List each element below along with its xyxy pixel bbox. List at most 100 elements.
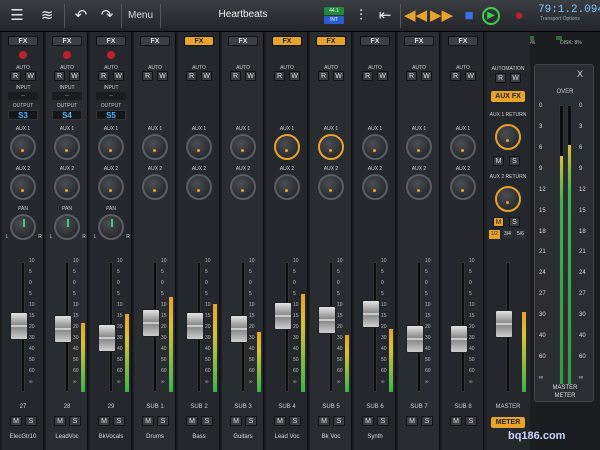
channel-name[interactable]: Bk Voc [310,434,352,440]
mixer-view-icon[interactable]: ☰ [6,6,28,26]
fast-forward-icon[interactable]: ▶▶ [430,5,453,27]
channel-name[interactable]: Lead Voc [266,434,308,440]
solo-button[interactable]: S [289,416,301,426]
aux2-knob[interactable] [274,174,300,200]
fx-button[interactable]: FX [96,36,126,46]
channel-name[interactable]: Bass [178,434,220,440]
read-button[interactable]: R [495,73,506,83]
mute-button[interactable]: M [98,416,110,426]
record-icon[interactable]: ● [508,5,530,27]
mute-button[interactable]: M [318,416,330,426]
read-button[interactable]: R [362,71,373,81]
record-arm-button[interactable] [19,51,27,59]
return-to-start-icon[interactable]: ⇤ [374,6,396,26]
aux1-knob[interactable] [406,134,432,160]
aux1-knob[interactable] [318,134,344,160]
redo-icon[interactable]: ↷ [96,6,118,26]
stop-icon[interactable]: ■ [458,5,480,27]
aux2-knob[interactable] [406,174,432,200]
aux1-knob[interactable] [98,134,124,160]
read-button[interactable]: R [98,71,109,81]
fx-button[interactable]: FX [316,36,346,46]
record-arm-button[interactable] [63,51,71,59]
input-value[interactable]: -- [52,92,82,100]
mute-button[interactable]: M [406,416,418,426]
write-button[interactable]: W [113,71,124,81]
write-button[interactable]: W [201,71,212,81]
channel-name[interactable]: Guitars [222,434,264,440]
fader-cap[interactable] [54,315,72,343]
write-button[interactable]: W [465,71,476,81]
fx-button[interactable]: FX [52,36,82,46]
pan-knob[interactable] [10,214,36,240]
write-button[interactable]: W [333,71,344,81]
close-icon[interactable]: X [577,69,583,79]
mute-button[interactable]: M [186,416,198,426]
aux2-return-knob[interactable] [495,186,521,212]
aux2-knob[interactable] [230,174,256,200]
menu-button[interactable]: Menu [128,10,153,21]
aux1-knob[interactable] [142,134,168,160]
solo-button[interactable]: S [465,416,477,426]
mute-button[interactable]: M [10,416,22,426]
fader-cap[interactable] [230,315,248,343]
solo-button[interactable]: S [201,416,213,426]
pan-knob[interactable] [98,214,124,240]
fader-cap[interactable] [186,312,204,340]
aux2-knob[interactable] [450,174,476,200]
aux1-knob[interactable] [186,134,212,160]
aux1-knob[interactable] [54,134,80,160]
channel-name[interactable]: ElecGtr10 [2,434,44,440]
aux1-knob[interactable] [10,134,36,160]
mute-button[interactable]: M [362,416,374,426]
fx-button[interactable]: FX [448,36,478,46]
channel-name[interactable]: BkVocals [90,434,132,440]
aux1-knob[interactable] [230,134,256,160]
write-button[interactable]: W [157,71,168,81]
solo-button[interactable]: S [69,416,81,426]
read-button[interactable]: R [142,71,153,81]
aux2-knob[interactable] [98,174,124,200]
aux2-knob[interactable] [54,174,80,200]
master-fader-cap[interactable] [495,310,513,338]
aux1-knob[interactable] [450,134,476,160]
aux2-knob[interactable] [362,174,388,200]
fader-cap[interactable] [406,325,424,353]
solo-button[interactable]: S [25,416,37,426]
mixer-fader-icon[interactable]: ⫶ [350,6,372,26]
solo-button[interactable]: S [333,416,345,426]
output-value[interactable]: S4 [52,110,82,120]
aux1-solo-button[interactable]: S [509,156,520,166]
write-button[interactable]: W [69,71,80,81]
aux2-knob[interactable] [318,174,344,200]
write-button[interactable]: W [510,73,521,83]
aux2-knob[interactable] [142,174,168,200]
solo-button[interactable]: S [113,416,125,426]
aux2-knob[interactable] [186,174,212,200]
play-icon[interactable]: ▶ [482,7,500,25]
read-button[interactable]: R [54,71,65,81]
aux2-solo-button[interactable]: S [509,217,520,227]
fader-cap[interactable] [142,309,160,337]
aux-fx-button[interactable]: AUX FX [491,91,525,102]
fader-cap[interactable] [274,302,292,330]
aux1-mute-button[interactable]: M [493,156,504,166]
record-arm-button[interactable] [107,51,115,59]
mute-button[interactable]: M [274,416,286,426]
read-button[interactable]: R [318,71,329,81]
fader-cap[interactable] [450,325,468,353]
output-value[interactable]: S5 [96,110,126,120]
channel-name[interactable]: Synth [354,434,396,440]
meter-button[interactable]: METER [491,417,525,428]
solo-button[interactable]: S [377,416,389,426]
read-button[interactable]: R [186,71,197,81]
transport-options[interactable]: Transport Options [540,16,580,22]
fx-button[interactable]: FX [272,36,302,46]
fader-cap[interactable] [10,312,28,340]
fx-button[interactable]: FX [184,36,214,46]
output-value[interactable]: S3 [8,110,38,120]
read-button[interactable]: R [406,71,417,81]
write-button[interactable]: W [245,71,256,81]
aux2-mute-button[interactable]: M [493,217,504,227]
rewind-icon[interactable]: ◀◀ [404,5,427,27]
